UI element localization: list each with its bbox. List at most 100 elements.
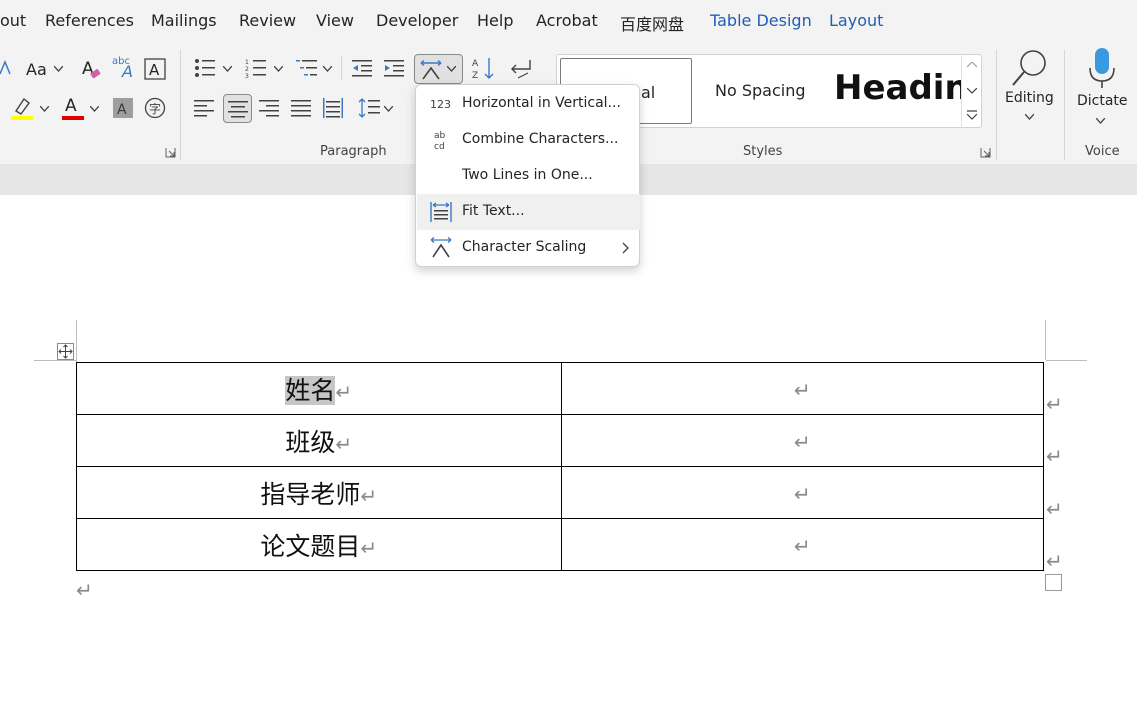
- paragraph-mark: ↵: [793, 430, 811, 454]
- font-color-dropdown-icon[interactable]: [90, 106, 99, 112]
- table-cell-thesis-title[interactable]: 论文题目↵: [76, 518, 562, 571]
- show-hide-marks-icon[interactable]: [508, 56, 532, 80]
- tab-mailings[interactable]: Mailings: [151, 11, 217, 30]
- svg-text:123: 123: [430, 98, 451, 111]
- change-case-dropdown-icon[interactable]: [54, 66, 63, 72]
- align-center-button[interactable]: [223, 94, 252, 123]
- group-separator: [1064, 50, 1065, 160]
- clear-formatting-icon[interactable]: A: [80, 58, 102, 80]
- asian-layout-button[interactable]: [414, 54, 463, 84]
- tab-developer[interactable]: Developer: [376, 11, 458, 30]
- table-cell-value[interactable]: ↵: [560, 466, 1044, 519]
- margin-mark: [1046, 360, 1087, 361]
- table-move-handle-icon[interactable]: [57, 343, 74, 360]
- paragraph-mark: ↵: [76, 578, 93, 602]
- cell-text[interactable]: 班级: [285, 428, 335, 457]
- highlight-dropdown-icon[interactable]: [40, 106, 49, 112]
- table-row: 班级↵ ↵: [76, 414, 1044, 467]
- gallery-down-icon[interactable]: [967, 88, 977, 94]
- svg-text:字: 字: [149, 101, 161, 116]
- menu-item-character-scaling[interactable]: Character Scaling: [417, 230, 640, 266]
- table-resize-handle[interactable]: [1045, 574, 1062, 591]
- justify-icon[interactable]: [291, 98, 311, 118]
- paragraph-mark: ↵: [335, 379, 353, 404]
- table-cell-value[interactable]: ↵: [560, 362, 1044, 415]
- style-no-spacing-label: No Spacing: [715, 81, 806, 100]
- sort-icon[interactable]: A Z: [472, 56, 496, 80]
- decrease-indent-icon[interactable]: [352, 58, 372, 78]
- gallery-up-icon[interactable]: [967, 62, 977, 68]
- multilevel-list-icon[interactable]: [296, 58, 318, 78]
- table-cell-value[interactable]: ↵: [560, 414, 1044, 467]
- change-case-button[interactable]: Aa: [26, 60, 47, 79]
- selected-cell-text[interactable]: 姓名: [285, 375, 336, 405]
- bullets-icon[interactable]: [194, 58, 216, 78]
- align-right-icon[interactable]: [259, 98, 279, 118]
- table-row: 姓名↵ ↵: [76, 362, 1044, 415]
- fit-text-icon: [430, 202, 452, 222]
- text-effects-button[interactable]: abc A: [112, 56, 136, 81]
- superscript-icon[interactable]: [0, 58, 12, 80]
- style-heading-1[interactable]: Headin: [827, 55, 962, 127]
- enclose-characters-icon[interactable]: 字: [144, 97, 166, 119]
- menu-item-label: Fit Text...: [462, 203, 525, 219]
- numbering-icon[interactable]: 1 2 3: [245, 58, 267, 78]
- paragraph-mark: ↵: [793, 482, 811, 506]
- paragraph-group-label: Paragraph: [320, 144, 387, 159]
- document-table[interactable]: 姓名↵ ↵ 班级↵ ↵ 指导老师↵ ↵ 论文题目↵ ↵: [76, 362, 1044, 571]
- style-no-spacing[interactable]: No Spacing: [697, 55, 822, 127]
- increase-indent-icon[interactable]: [384, 58, 404, 78]
- table-cell-class[interactable]: 班级↵: [76, 414, 562, 467]
- distributed-icon[interactable]: [322, 97, 344, 119]
- multilevel-dropdown-icon[interactable]: [323, 66, 332, 72]
- svg-text:A: A: [117, 102, 127, 118]
- menu-item-label: Horizontal in Vertical...: [462, 95, 621, 111]
- dictate-button[interactable]: Dictate: [1072, 46, 1134, 130]
- font-color-button[interactable]: A: [62, 96, 84, 120]
- table-row: 指导老师↵ ↵: [76, 466, 1044, 519]
- cell-text[interactable]: 指导老师: [260, 480, 360, 509]
- tab-layout-partial[interactable]: out: [0, 11, 26, 30]
- effects-letter: A: [122, 62, 133, 81]
- dictate-label: Dictate: [1077, 93, 1128, 109]
- paragraph-mark: ↵: [793, 534, 811, 558]
- bullets-dropdown-icon[interactable]: [223, 66, 232, 72]
- end-of-row-mark: ↵: [1046, 549, 1063, 573]
- asian-layout-dropdown-icon: [447, 66, 456, 72]
- separator: [341, 56, 342, 80]
- asian-layout-menu: 123 Horizontal in Vertical... ab cd Comb…: [415, 84, 640, 267]
- gallery-more-icon[interactable]: [967, 110, 977, 120]
- tab-view[interactable]: View: [316, 11, 354, 30]
- tab-review[interactable]: Review: [239, 11, 296, 30]
- line-spacing-dropdown-icon[interactable]: [384, 106, 393, 112]
- menu-item-fit-text[interactable]: Fit Text...: [417, 194, 640, 230]
- menu-item-two-lines-in-one[interactable]: Two Lines in One...: [417, 158, 640, 194]
- numbering-dropdown-icon[interactable]: [274, 66, 283, 72]
- combine-characters-icon: ab cd: [434, 131, 446, 151]
- menu-item-horizontal-in-vertical[interactable]: 123 Horizontal in Vertical...: [417, 86, 640, 122]
- margin-mark: [34, 360, 76, 361]
- menu-item-label: Character Scaling: [462, 239, 587, 255]
- line-spacing-icon[interactable]: [358, 97, 380, 119]
- table-cell-value[interactable]: ↵: [560, 518, 1044, 571]
- highlight-icon[interactable]: [10, 96, 34, 120]
- table-cell-advisor[interactable]: 指导老师↵: [76, 466, 562, 519]
- character-shading-icon[interactable]: A: [113, 98, 133, 118]
- tab-references[interactable]: References: [45, 11, 134, 30]
- editing-button[interactable]: Editing: [1003, 46, 1057, 130]
- cell-text[interactable]: 论文题目: [260, 532, 360, 561]
- tab-help[interactable]: Help: [477, 11, 513, 30]
- character-border-icon[interactable]: A: [144, 58, 166, 80]
- tab-table-design[interactable]: Table Design: [710, 11, 812, 30]
- font-dialog-launcher-icon[interactable]: [165, 147, 176, 158]
- styles-dialog-launcher-icon[interactable]: [980, 147, 991, 158]
- asian-layout-icon: [420, 60, 442, 80]
- tab-acrobat[interactable]: Acrobat: [536, 11, 598, 30]
- svg-text:3: 3: [245, 73, 249, 78]
- align-left-icon[interactable]: [194, 98, 214, 118]
- menu-item-combine-characters[interactable]: ab cd Combine Characters...: [417, 122, 640, 158]
- table-cell-name[interactable]: 姓名↵: [76, 362, 562, 415]
- dictate-dropdown-icon: [1096, 118, 1105, 124]
- tab-table-layout[interactable]: Layout: [829, 11, 883, 30]
- tab-baidu-netdisk[interactable]: 百度网盘: [620, 11, 684, 35]
